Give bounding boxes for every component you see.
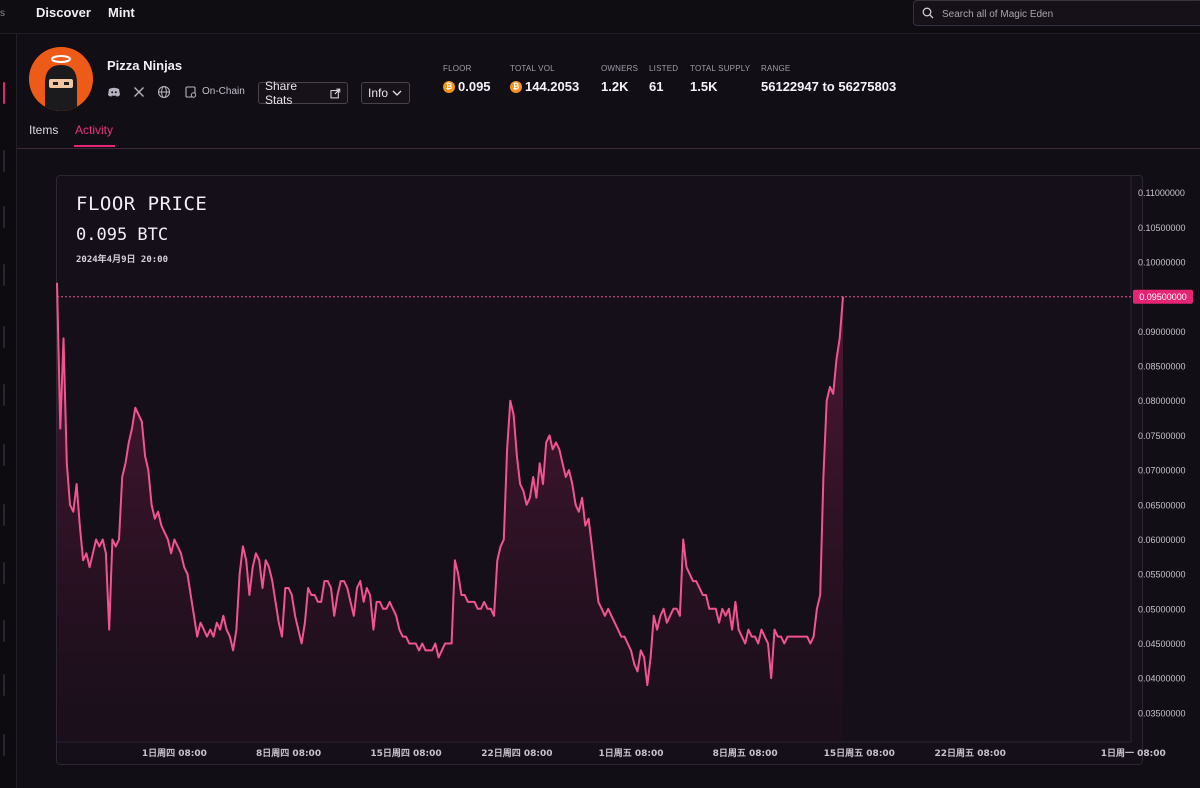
chart-current-value: 0.095 BTC [76, 225, 169, 245]
y-tick-label: 0.04000000 [1138, 674, 1186, 684]
y-tick-label: 0.06000000 [1138, 535, 1186, 545]
x-tick-label: 1日周五 08:00 [598, 748, 663, 759]
floor-price-area [57, 282, 843, 742]
y-tick-label: 0.05000000 [1138, 604, 1186, 614]
y-tick-label: 0.08500000 [1138, 362, 1186, 372]
chart-title: FLOOR PRICE [76, 193, 208, 215]
x-tick-label: 8日周五 08:00 [713, 748, 778, 759]
x-tick-label: 15日周五 08:00 [824, 748, 895, 759]
chart-timestamp: 2024年4月9日 20:00 [76, 255, 169, 265]
current-price-label: 0.09500000 [1139, 292, 1187, 302]
x-tick-label: 22日周四 08:00 [481, 748, 552, 759]
y-tick-label: 0.03500000 [1138, 708, 1186, 718]
y-tick-label: 0.07000000 [1138, 466, 1186, 476]
y-tick-label: 0.06500000 [1138, 500, 1186, 510]
x-tick-label: 1日周四 08:00 [142, 748, 207, 759]
x-tick-label: 22日周五 08:00 [935, 748, 1006, 759]
y-tick-label: 0.05500000 [1138, 570, 1186, 580]
x-tick-label: 1日周一 08:00 [1101, 748, 1166, 759]
x-tick-label: 15日周四 08:00 [370, 748, 441, 759]
y-tick-label: 0.10000000 [1138, 258, 1186, 268]
y-tick-label: 0.10500000 [1138, 223, 1186, 233]
x-tick-label: 8日周四 08:00 [256, 748, 321, 759]
floor-price-chart[interactable]: 0.09500000 0.03500000 0.04000000 0.0450000… [0, 0, 1200, 788]
y-tick-label: 0.07500000 [1138, 431, 1186, 441]
y-tick-label: 0.04500000 [1138, 639, 1186, 649]
y-tick-label: 0.11000000 [1138, 188, 1185, 198]
y-tick-label: 0.09000000 [1138, 327, 1186, 337]
y-tick-label: 0.08000000 [1138, 396, 1186, 406]
